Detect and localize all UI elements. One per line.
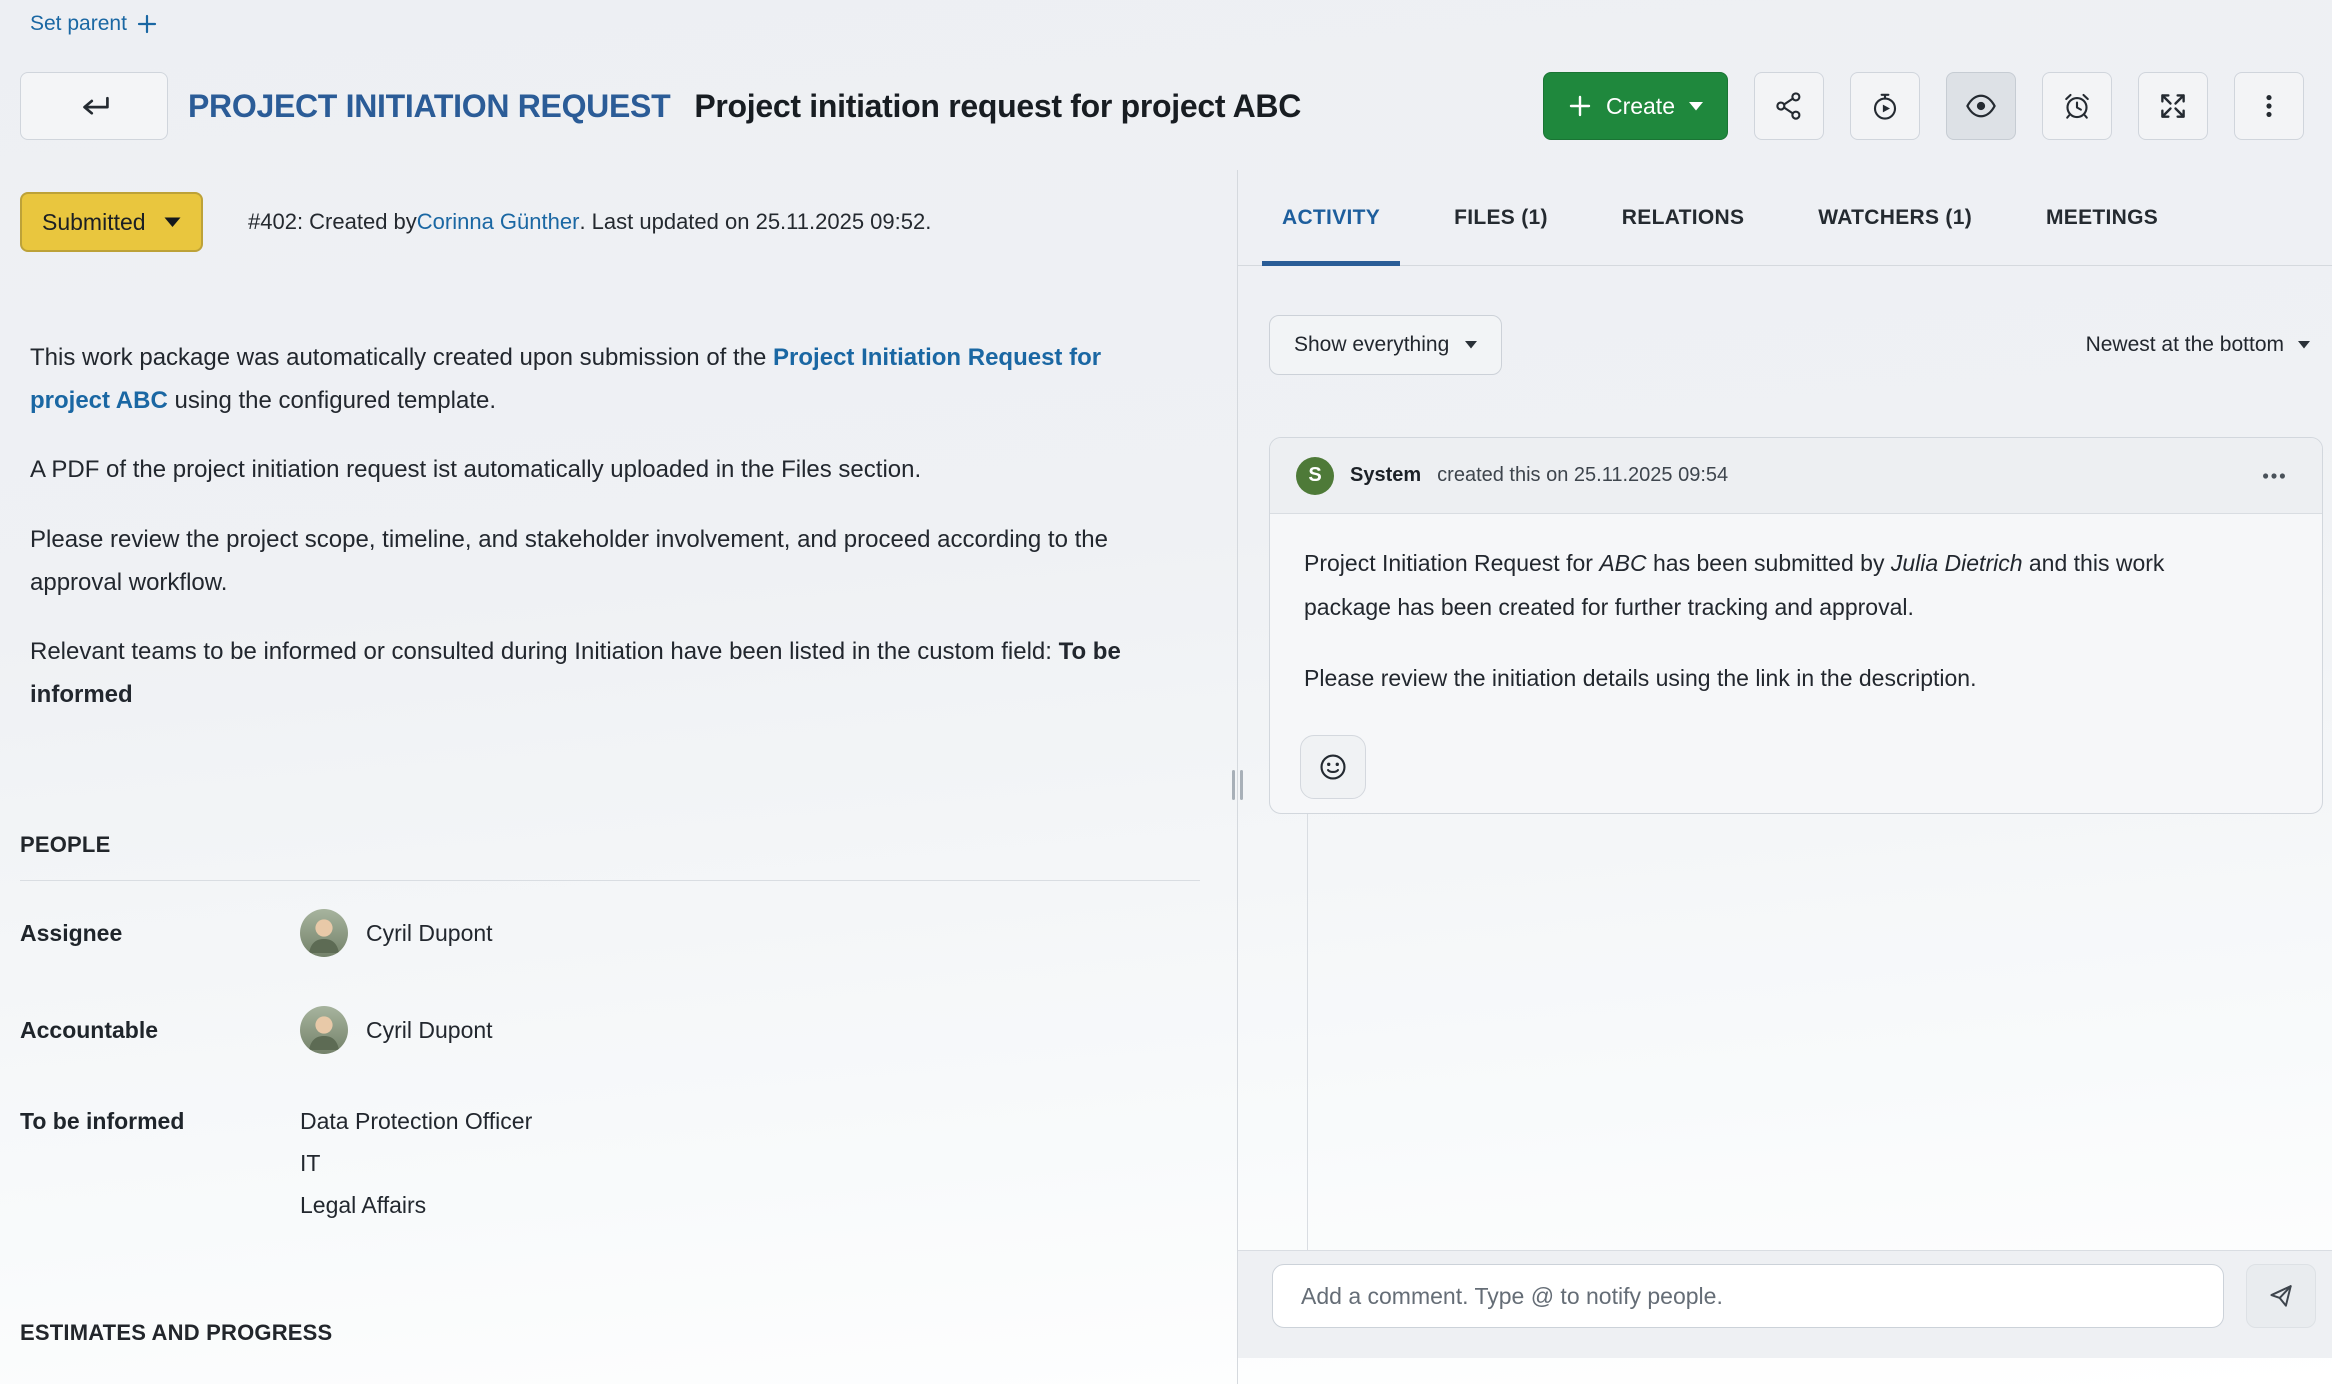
- description-paragraph: A PDF of the project initiation request …: [30, 448, 1130, 491]
- description-paragraph: This work package was automatically crea…: [30, 336, 1130, 422]
- estimates-section-heading: ESTIMATES AND PROGRESS: [20, 1320, 332, 1346]
- comment-italic: ABC: [1599, 550, 1646, 576]
- avatar: [300, 909, 348, 957]
- kebab-vertical-icon: [2255, 92, 2283, 120]
- expand-arrows-icon: [2158, 91, 2188, 121]
- comment-text: Project Initiation Request for: [1304, 550, 1599, 576]
- back-button[interactable]: [20, 72, 168, 140]
- set-parent-link[interactable]: Set parent: [30, 12, 157, 36]
- work-package-type: PROJECT INITIATION REQUEST: [188, 88, 670, 125]
- status-label: Submitted: [42, 209, 146, 236]
- system-avatar: S: [1296, 457, 1334, 495]
- meta-created-by: #402: Created by: [248, 209, 417, 235]
- filter-label: Show everything: [1294, 333, 1449, 357]
- tab-files[interactable]: FILES (1): [1434, 170, 1568, 265]
- set-parent-label: Set parent: [30, 12, 127, 36]
- informed-value: Legal Affairs: [300, 1184, 532, 1226]
- description-text: Relevant teams to be informed or consult…: [30, 638, 1059, 665]
- paper-plane-icon: [2267, 1282, 2295, 1310]
- caret-down-icon: [2298, 341, 2310, 349]
- plus-icon: [1568, 94, 1592, 118]
- accountable-value[interactable]: Cyril Dupont: [300, 1006, 493, 1054]
- accountable-name: Cyril Dupont: [366, 1017, 493, 1044]
- author-link[interactable]: Corinna Günther: [417, 209, 580, 235]
- assignee-name: Cyril Dupont: [366, 920, 493, 947]
- event-menu-button[interactable]: [2252, 454, 2296, 498]
- watch-button[interactable]: [1946, 72, 2016, 140]
- accountable-label: Accountable: [20, 1017, 300, 1044]
- share-icon: [1774, 91, 1804, 121]
- description-paragraph: Please review the project scope, timelin…: [30, 518, 1130, 604]
- comment-text: has been submitted by: [1647, 550, 1891, 576]
- description-paragraph: Relevant teams to be informed or consult…: [30, 630, 1130, 716]
- sort-label: Newest at the bottom: [2086, 333, 2284, 357]
- activity-event-card: S System created this on 25.11.2025 09:5…: [1269, 437, 2323, 814]
- accountable-row: Accountable Cyril Dupont: [20, 1002, 493, 1058]
- smiley-icon: [1317, 751, 1349, 783]
- event-comment-paragraph: Please review the initiation details usi…: [1304, 657, 2234, 701]
- activity-timeline-line: [1307, 814, 1308, 1250]
- event-action: created this on 25.11.2025 09:54: [1437, 464, 1728, 487]
- activity-event-header: S System created this on 25.11.2025 09:5…: [1270, 438, 2322, 514]
- caret-down-icon: [164, 217, 181, 228]
- assignee-row: Assignee Cyril Dupont: [20, 905, 493, 961]
- people-section-heading: PEOPLE: [20, 832, 1200, 881]
- time-tracking-button[interactable]: [1850, 72, 1920, 140]
- tab-watchers[interactable]: WATCHERS (1): [1798, 170, 1992, 265]
- caret-down-icon: [1689, 102, 1703, 111]
- share-button[interactable]: [1754, 72, 1824, 140]
- description: This work package was automatically crea…: [30, 336, 1130, 742]
- create-button[interactable]: Create: [1543, 72, 1728, 140]
- caret-down-icon: [1465, 341, 1477, 349]
- add-reaction-button[interactable]: [1300, 735, 1366, 799]
- to-be-informed-row: To be informed Data Protection Officer I…: [20, 1100, 532, 1226]
- avatar: [300, 1006, 348, 1054]
- work-package-meta: #402: Created by Corinna Günther. Last u…: [248, 192, 931, 252]
- comment-bar: [1238, 1250, 2332, 1358]
- informed-value: Data Protection Officer: [300, 1100, 532, 1142]
- create-label: Create: [1606, 93, 1675, 120]
- event-comment-paragraph: Project Initiation Request for ABC has b…: [1304, 542, 2234, 629]
- status-dropdown[interactable]: Submitted: [20, 192, 203, 252]
- reminder-button[interactable]: [2042, 72, 2112, 140]
- alarm-clock-icon: [2062, 91, 2092, 121]
- stopwatch-icon: [1870, 91, 1900, 121]
- back-arrow-icon: [75, 92, 113, 120]
- to-be-informed-values[interactable]: Data Protection Officer IT Legal Affairs: [300, 1100, 532, 1226]
- meta-updated: . Last updated on 25.11.2025 09:52.: [579, 209, 931, 235]
- work-package-title: PROJECT INITIATION REQUEST Project initi…: [188, 72, 1301, 140]
- plus-icon: [137, 14, 157, 34]
- more-actions-button[interactable]: [2234, 72, 2304, 140]
- eye-icon: [1965, 90, 1997, 122]
- to-be-informed-label: To be informed: [20, 1100, 300, 1142]
- work-package-subject: Project initiation request for project A…: [694, 88, 1301, 125]
- details-panel: ACTIVITY FILES (1) RELATIONS WATCHERS (1…: [1237, 170, 2332, 1384]
- header-toolbar: Create: [1543, 72, 2304, 140]
- assignee-value[interactable]: Cyril Dupont: [300, 909, 493, 957]
- activity-event-body: Project Initiation Request for ABC has b…: [1270, 514, 2322, 701]
- informed-value: IT: [300, 1142, 532, 1184]
- fullscreen-button[interactable]: [2138, 72, 2208, 140]
- description-text: using the configured template.: [168, 387, 496, 414]
- comment-italic: Julia Dietrich: [1891, 550, 2023, 576]
- description-text: This work package was automatically crea…: [30, 344, 773, 371]
- activity-sort-dropdown[interactable]: Newest at the bottom: [2086, 315, 2310, 375]
- tab-relations[interactable]: RELATIONS: [1602, 170, 1764, 265]
- tab-activity[interactable]: ACTIVITY: [1262, 170, 1400, 265]
- comment-input[interactable]: [1272, 1264, 2224, 1328]
- assignee-label: Assignee: [20, 920, 300, 947]
- activity-filter-dropdown[interactable]: Show everything: [1269, 315, 1502, 375]
- send-comment-button[interactable]: [2246, 1264, 2316, 1328]
- tab-meetings[interactable]: MEETINGS: [2026, 170, 2178, 265]
- detail-tabs: ACTIVITY FILES (1) RELATIONS WATCHERS (1…: [1238, 170, 2332, 266]
- event-actor: System: [1350, 464, 1421, 487]
